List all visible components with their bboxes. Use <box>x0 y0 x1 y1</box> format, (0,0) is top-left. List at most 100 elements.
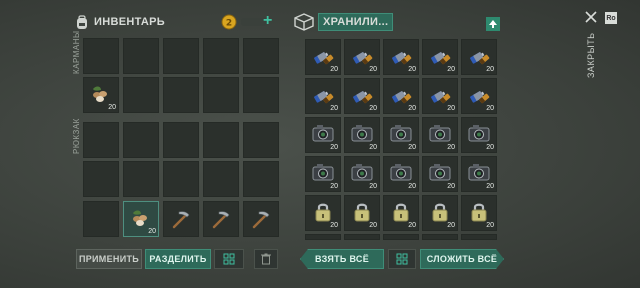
item-quantity: 20 <box>447 105 455 112</box>
backpack-slot[interactable] <box>123 161 159 197</box>
item-quantity: 20 <box>330 105 338 112</box>
storage-slot[interactable] <box>461 234 497 240</box>
grid-icon <box>223 253 235 265</box>
storage-slot[interactable] <box>344 234 380 240</box>
storage-slot[interactable]: 20 <box>305 195 341 231</box>
close-button[interactable] <box>584 10 598 24</box>
item-quantity: 20 <box>486 66 494 73</box>
pocket-slot[interactable]: 20 <box>83 77 119 113</box>
storage-slot[interactable]: 20 <box>344 117 380 153</box>
backpack-slot[interactable] <box>163 122 199 158</box>
item-quantity: 20 <box>330 222 338 229</box>
backpack-label: РЮКЗАК <box>72 118 81 154</box>
backpack-slot[interactable] <box>203 201 239 237</box>
storage-header: ХРАНИЛИ... <box>294 13 394 31</box>
item-quantity: 20 <box>447 183 455 190</box>
trash-button[interactable] <box>254 249 278 269</box>
take-all-button[interactable]: ВЗЯТЬ ВСЁ <box>300 249 384 269</box>
item-quantity: 20 <box>447 144 455 151</box>
sort-up-button[interactable] <box>486 17 500 31</box>
storage-slot[interactable] <box>422 234 458 240</box>
pocket-slot[interactable] <box>123 77 159 113</box>
pocket-slot[interactable] <box>163 77 199 113</box>
grid-icon <box>396 253 408 265</box>
pocket-slot[interactable] <box>203 77 239 113</box>
grid-view-button[interactable] <box>214 249 244 269</box>
pocket-slot[interactable] <box>163 38 199 74</box>
close-label[interactable]: ЗАКРЫТЬ <box>586 32 596 78</box>
storage-slot[interactable]: 20 <box>344 195 380 231</box>
storage-slot[interactable]: 20 <box>305 156 341 192</box>
item-quantity: 20 <box>408 222 416 229</box>
item-quantity: 20 <box>486 105 494 112</box>
storage-grid-view-button[interactable] <box>388 249 416 269</box>
item-quantity: 20 <box>330 183 338 190</box>
storage-slot[interactable]: 20 <box>461 156 497 192</box>
backpack-slot[interactable] <box>83 161 119 197</box>
backpack-slot[interactable] <box>163 161 199 197</box>
backpack-slot[interactable] <box>83 201 119 237</box>
storage-slot[interactable]: 20 <box>461 117 497 153</box>
storage-slot[interactable] <box>305 234 341 240</box>
storage-slot[interactable]: 20 <box>461 78 497 114</box>
storage-slot[interactable]: 20 <box>461 195 497 231</box>
coin-counter: 2 <box>221 14 267 30</box>
storage-slot[interactable]: 20 <box>422 117 458 153</box>
storage-slot[interactable]: 20 <box>305 39 341 75</box>
close-icon <box>585 11 597 23</box>
backpack-slot[interactable] <box>123 122 159 158</box>
storage-slot[interactable]: 20 <box>344 39 380 75</box>
arrow-up-icon <box>489 20 497 28</box>
storage-slot[interactable]: 20 <box>422 156 458 192</box>
pockets-label: КАРМАНЫ <box>72 30 81 74</box>
backpack-slot[interactable] <box>83 122 119 158</box>
backpack-slot[interactable] <box>163 201 199 237</box>
pickaxe-icon <box>208 205 234 231</box>
box-icon <box>294 13 314 31</box>
svg-text:2: 2 <box>226 19 232 29</box>
storage-slot[interactable]: 20 <box>305 117 341 153</box>
pocket-slot[interactable] <box>243 77 279 113</box>
item-quantity: 20 <box>369 105 377 112</box>
pocket-slot[interactable] <box>203 38 239 74</box>
item-quantity: 20 <box>447 66 455 73</box>
item-quantity: 20 <box>330 66 338 73</box>
stack-all-button[interactable]: СЛОЖИТЬ ВСЁ <box>420 249 504 269</box>
item-quantity: 20 <box>408 66 416 73</box>
storage-slot[interactable]: 20 <box>383 39 419 75</box>
backpack-slot[interactable] <box>243 161 279 197</box>
corner-badge: Ro <box>605 12 617 24</box>
item-quantity: 20 <box>486 144 494 151</box>
storage-slot[interactable]: 20 <box>422 195 458 231</box>
apply-button[interactable]: ПРИМЕНИТЬ <box>76 249 142 269</box>
storage-title[interactable]: ХРАНИЛИ... <box>318 13 394 31</box>
add-coins-button[interactable]: + <box>263 12 272 30</box>
backpack-slot[interactable] <box>243 201 279 237</box>
item-quantity: 20 <box>148 228 156 235</box>
split-button[interactable]: РАЗДЕЛИТЬ <box>145 249 211 269</box>
storage-slot[interactable]: 20 <box>344 156 380 192</box>
backpack-slot[interactable] <box>243 122 279 158</box>
item-quantity: 20 <box>408 105 416 112</box>
backpack-slot[interactable] <box>203 122 239 158</box>
item-quantity: 20 <box>369 66 377 73</box>
inventory-title: ИНВЕНТАРЬ <box>94 16 165 28</box>
item-quantity: 20 <box>108 104 116 111</box>
pocket-slot[interactable] <box>83 38 119 74</box>
storage-slot[interactable]: 20 <box>383 195 419 231</box>
storage-slot[interactable]: 20 <box>344 78 380 114</box>
storage-slot[interactable]: 20 <box>422 39 458 75</box>
storage-slot[interactable]: 20 <box>305 78 341 114</box>
pocket-slot[interactable] <box>123 38 159 74</box>
backpack-slot[interactable]: 20 <box>123 201 159 237</box>
backpack-icon <box>74 14 90 30</box>
pocket-slot[interactable] <box>243 38 279 74</box>
backpack-slot[interactable] <box>203 161 239 197</box>
storage-slot[interactable]: 20 <box>461 39 497 75</box>
storage-slot[interactable]: 20 <box>383 117 419 153</box>
storage-slot[interactable]: 20 <box>383 156 419 192</box>
item-quantity: 20 <box>408 144 416 151</box>
storage-slot[interactable]: 20 <box>422 78 458 114</box>
storage-slot[interactable]: 20 <box>383 78 419 114</box>
storage-slot[interactable] <box>383 234 419 240</box>
